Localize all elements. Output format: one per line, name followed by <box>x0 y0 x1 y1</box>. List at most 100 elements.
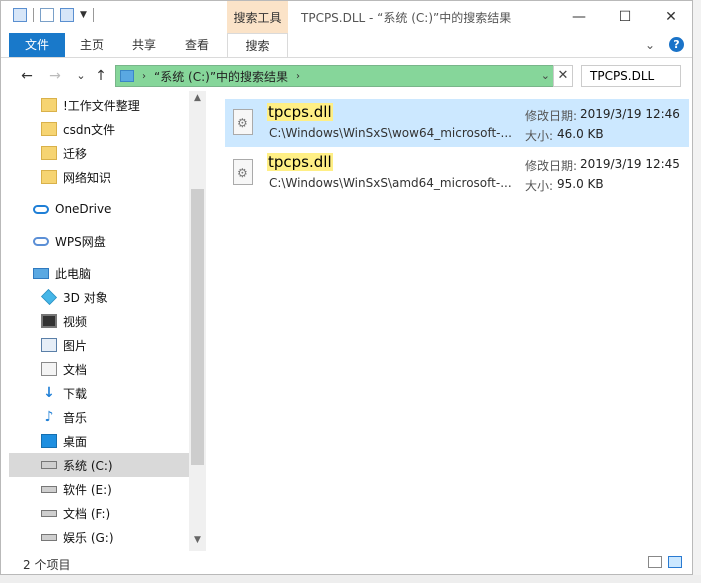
window-title: TPCPS.DLL - “系统 (C:)”中的搜索结果 <box>301 11 512 25</box>
recent-locations-button[interactable]: ⌄ <box>71 66 91 86</box>
result-row[interactable]: tpcps.dll C:\Windows\WinSxS\amd64_micros… <box>225 149 689 197</box>
sidebar-item-drive-e[interactable]: 软件 (E:) <box>9 477 206 501</box>
sidebar-item-3d-objects[interactable]: 3D 对象 <box>9 285 206 309</box>
result-row[interactable]: tpcps.dll C:\Windows\WinSxS\wow64_micros… <box>225 99 689 147</box>
separator <box>92 8 94 22</box>
background-edge-bottom <box>0 575 701 583</box>
properties-icon[interactable] <box>40 8 54 22</box>
scroll-down-icon[interactable]: ▼ <box>189 533 206 547</box>
sidebar-item-label: csdn文件 <box>63 122 116 137</box>
status-bar: 2 个项目 <box>1 551 692 574</box>
separator <box>33 8 34 22</box>
sidebar-item-label: 网络知识 <box>63 170 112 185</box>
chevron-right-icon[interactable]: › <box>296 71 300 82</box>
sidebar-item-label: !工作文件整理 <box>63 98 140 113</box>
sidebar-item-label: 软件 (E:) <box>63 482 112 497</box>
sidebar-item-csdn[interactable]: csdn文件 <box>9 117 206 141</box>
minimize-button[interactable]: — <box>556 6 602 28</box>
sidebar-item-label: OneDrive <box>55 202 112 216</box>
item-count: 2 个项目 <box>23 558 71 572</box>
chevron-right-icon[interactable]: › <box>142 71 146 82</box>
clear-search-button[interactable]: ✕ <box>553 65 573 87</box>
customize-qat-icon[interactable]: ▼ <box>80 10 87 20</box>
folder-icon <box>13 8 27 22</box>
explorer-window: ▼ 搜索工具 TPCPS.DLL - “系统 (C:)”中的搜索结果 — ☐ ✕… <box>0 0 693 575</box>
sidebar-item-onedrive[interactable]: OneDrive <box>9 197 206 221</box>
size-value: 46.0 KB <box>557 127 604 141</box>
sidebar-item-this-pc[interactable]: 此电脑 <box>9 261 206 285</box>
folder-icon <box>41 98 57 112</box>
sidebar-item-label: 此电脑 <box>55 266 92 281</box>
quick-access-toolbar: ▼ <box>13 8 94 22</box>
search-input[interactable]: TPCPS.DLL <box>581 65 681 87</box>
modified-value: 2019/3/19 12:46 <box>580 107 680 121</box>
sidebar-item-wps[interactable]: WPS网盘 <box>9 229 206 253</box>
sidebar-item-label: 系统 (C:) <box>63 458 113 473</box>
result-name: tpcps.dll <box>267 103 333 121</box>
content-view-icon[interactable] <box>668 556 682 568</box>
sidebar-item-videos[interactable]: 视频 <box>9 309 206 333</box>
ribbon-tabs: 文件 主页 共享 查看 搜索 ⌄ ? <box>1 33 692 58</box>
up-button[interactable]: ↑ <box>91 66 111 86</box>
sidebar-item-work-files[interactable]: !工作文件整理 <box>9 93 206 117</box>
download-icon: ↓ <box>43 385 55 401</box>
search-tools-context-tab: 搜索工具 <box>227 1 288 33</box>
dll-file-icon <box>233 109 253 135</box>
view-switcher <box>648 556 682 568</box>
3d-objects-icon <box>41 289 57 305</box>
sidebar-item-drive-g[interactable]: 娱乐 (G:) <box>9 525 206 547</box>
sidebar-item-label: 迁移 <box>63 146 88 161</box>
sidebar-item-documents[interactable]: 文档 <box>9 357 206 381</box>
maximize-button[interactable]: ☐ <box>602 6 648 28</box>
tab-view[interactable]: 查看 <box>171 33 223 57</box>
sidebar-item-desktop[interactable]: 桌面 <box>9 429 206 453</box>
sidebar-item-label: WPS网盘 <box>55 234 106 249</box>
address-text[interactable]: “系统 (C:)”中的搜索结果 <box>154 68 288 85</box>
size-label: 大小: <box>525 179 554 193</box>
size-value: 95.0 KB <box>557 177 604 191</box>
scrollbar-thumb[interactable] <box>191 189 204 465</box>
dll-file-icon <box>233 159 253 185</box>
close-button[interactable]: ✕ <box>648 6 692 28</box>
address-dropdown-icon[interactable]: ⌄ <box>541 69 550 82</box>
folder-icon <box>41 146 57 160</box>
back-button[interactable]: ← <box>17 66 37 86</box>
details-view-icon[interactable] <box>648 556 662 568</box>
result-path: C:\Windows\WinSxS\amd64_microsoft-... <box>269 176 512 190</box>
sidebar-item-downloads[interactable]: ↓ 下载 <box>9 381 206 405</box>
navigation-bar: ← → ⌄ ↑ › “系统 (C:)”中的搜索结果 › ⌄ ✕ TPCPS.DL… <box>1 61 692 91</box>
navigation-pane: !工作文件整理 csdn文件 迁移 网络知识 OneDrive WPS网盘 此电… <box>1 91 206 547</box>
tab-search[interactable]: 搜索 <box>227 33 288 57</box>
folder-icon <box>41 122 57 136</box>
sidebar-item-network[interactable]: 网络知识 <box>9 165 206 189</box>
music-icon: ♪ <box>44 409 54 425</box>
sidebar-item-music[interactable]: ♪ 音乐 <box>9 405 206 429</box>
drive-icon <box>41 509 57 517</box>
folder-icon <box>41 170 57 184</box>
pictures-icon <box>41 338 57 352</box>
help-icon[interactable]: ? <box>669 37 684 52</box>
expand-ribbon-icon[interactable]: ⌄ <box>645 38 655 52</box>
sidebar-item-migrate[interactable]: 迁移 <box>9 141 206 165</box>
result-name: tpcps.dll <box>267 153 333 171</box>
sidebar-item-label: 下载 <box>63 386 88 401</box>
drive-icon <box>41 485 57 493</box>
sidebar-item-drive-f[interactable]: 文档 (F:) <box>9 501 206 525</box>
desktop-icon <box>41 434 57 448</box>
video-icon <box>41 314 57 328</box>
modified-label: 修改日期: <box>525 159 578 173</box>
tab-share[interactable]: 共享 <box>119 33 169 57</box>
tab-file[interactable]: 文件 <box>9 33 65 57</box>
new-folder-icon[interactable] <box>60 8 74 22</box>
sidebar-item-pictures[interactable]: 图片 <box>9 333 206 357</box>
folder-icon <box>120 70 134 82</box>
navigation-pane-scrollbar[interactable]: ▲ ▼ <box>189 91 206 551</box>
documents-icon <box>41 362 57 376</box>
scroll-up-icon[interactable]: ▲ <box>189 91 206 105</box>
address-bar[interactable]: › “系统 (C:)”中的搜索结果 › ⌄ <box>115 65 555 87</box>
tab-home[interactable]: 主页 <box>67 33 117 57</box>
ribbon-controls: ⌄ ? <box>645 37 684 52</box>
sidebar-item-label: 音乐 <box>63 410 88 425</box>
sidebar-item-drive-c[interactable]: 系统 (C:) <box>9 453 206 477</box>
forward-button[interactable]: → <box>45 66 65 86</box>
